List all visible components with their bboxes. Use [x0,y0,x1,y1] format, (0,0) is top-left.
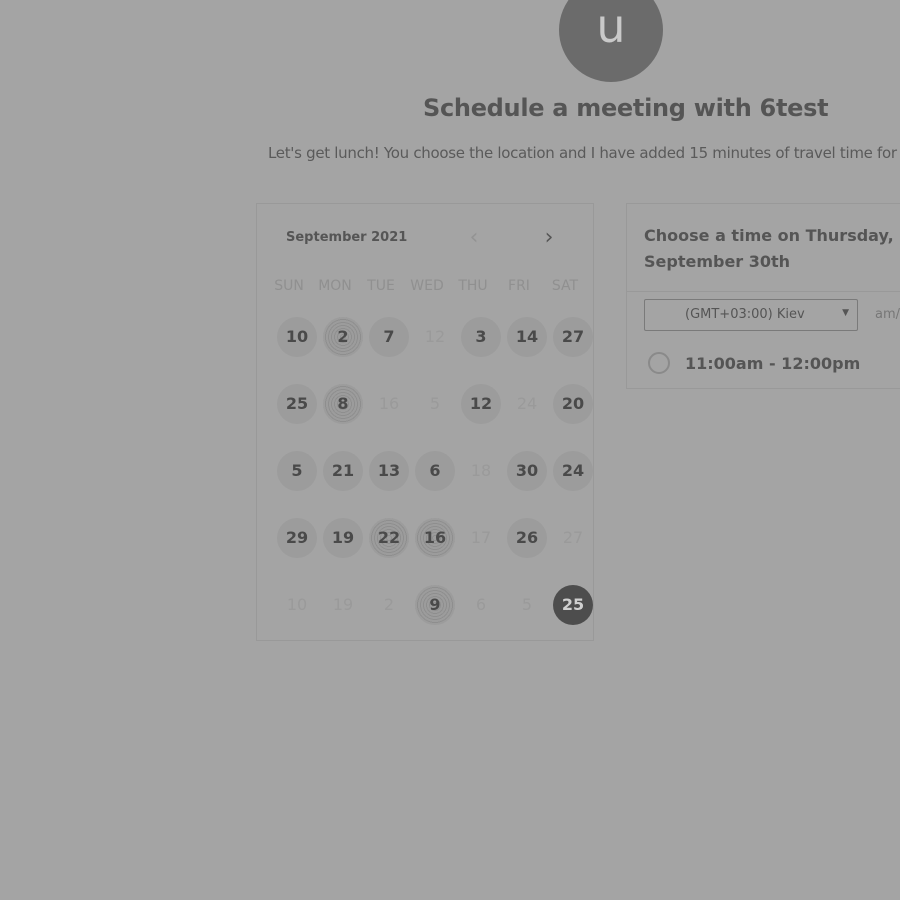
calendar-day: 2 [383,595,395,614]
calendar-day[interactable]: 13 [369,451,409,491]
chevron-right-icon[interactable]: › [537,226,561,250]
calendar-day: 5 [429,394,441,413]
calendar-day[interactable]: 8 [323,384,363,424]
calendar-day-selected[interactable]: 25 [553,585,593,625]
calendar-day[interactable]: 30 [507,451,547,491]
weekday-label: WED [410,278,444,294]
calendar-day[interactable]: 25 [277,384,317,424]
time-picker-title: Choose a time on Thursday, September 30t… [644,226,894,271]
page-title: Schedule a meeting with 6test [280,94,900,122]
calendar-day[interactable]: 20 [553,384,593,424]
calendar-day[interactable]: 22 [369,518,409,558]
timezone-value: (GMT+03:00) Kiev [685,307,805,322]
weekday-label: FRI [508,278,530,294]
scheduling-page: u Schedule a meeting with 6test Let's ge… [0,0,900,900]
timezone-select[interactable]: (GMT+03:00) Kiev ▼ [644,299,858,331]
time-picker-panel: Choose a time on Thursday, September 30t… [626,203,900,389]
avatar: u [559,0,663,82]
calendar-day[interactable]: 19 [323,518,363,558]
caret-down-icon: ▼ [842,308,849,318]
calendar-day: 24 [516,394,538,413]
calendar-day[interactable]: 5 [277,451,317,491]
avatar-initial: u [596,0,626,53]
calendar-day: 18 [470,461,492,480]
calendar-day[interactable]: 26 [507,518,547,558]
calendar-day: 16 [378,394,400,413]
calendar-day[interactable]: 7 [369,317,409,357]
calendar-day[interactable]: 12 [461,384,501,424]
calendar-day[interactable]: 2 [323,317,363,357]
calendar-day: 10 [286,595,308,614]
page-subtitle: Let's get lunch! You choose the location… [268,144,897,162]
calendar-day[interactable]: 16 [415,518,455,558]
calendar: September 2021 ‹ › SUN MON TUE WED THU FRI SAT… [256,203,594,641]
calendar-day: 6 [475,595,487,614]
calendar-day[interactable]: 10 [277,317,317,357]
page-title-text: Schedule a meeting with 6test [423,94,829,122]
calendar-day[interactable]: 14 [507,317,547,357]
calendar-day: 5 [521,595,533,614]
calendar-day[interactable]: 27 [553,317,593,357]
time-slot-label[interactable]: 11:00am - 12:00pm [685,354,860,373]
time-slot-radio[interactable] [648,352,670,374]
weekday-label: THU [458,278,488,294]
calendar-month-label: September 2021 [286,230,408,245]
weekday-label: SUN [274,278,304,294]
calendar-day[interactable]: 9 [415,585,455,625]
calendar-day[interactable]: 3 [461,317,501,357]
chevron-left-icon[interactable]: ‹ [462,226,486,250]
calendar-day[interactable]: 21 [323,451,363,491]
calendar-day: 27 [562,528,584,547]
calendar-day[interactable]: 24 [553,451,593,491]
calendar-day[interactable]: 29 [277,518,317,558]
calendar-day: 19 [332,595,354,614]
weekday-label: MON [318,278,352,294]
weekday-label: SAT [551,278,579,294]
calendar-day: 17 [470,528,492,547]
weekday-label: TUE [367,278,395,294]
calendar-day[interactable]: 6 [415,451,455,491]
time-picker-header: Choose a time on Thursday, September 30t… [627,204,900,292]
calendar-day: 12 [424,327,446,346]
time-format-toggle[interactable]: am/ [875,307,900,322]
